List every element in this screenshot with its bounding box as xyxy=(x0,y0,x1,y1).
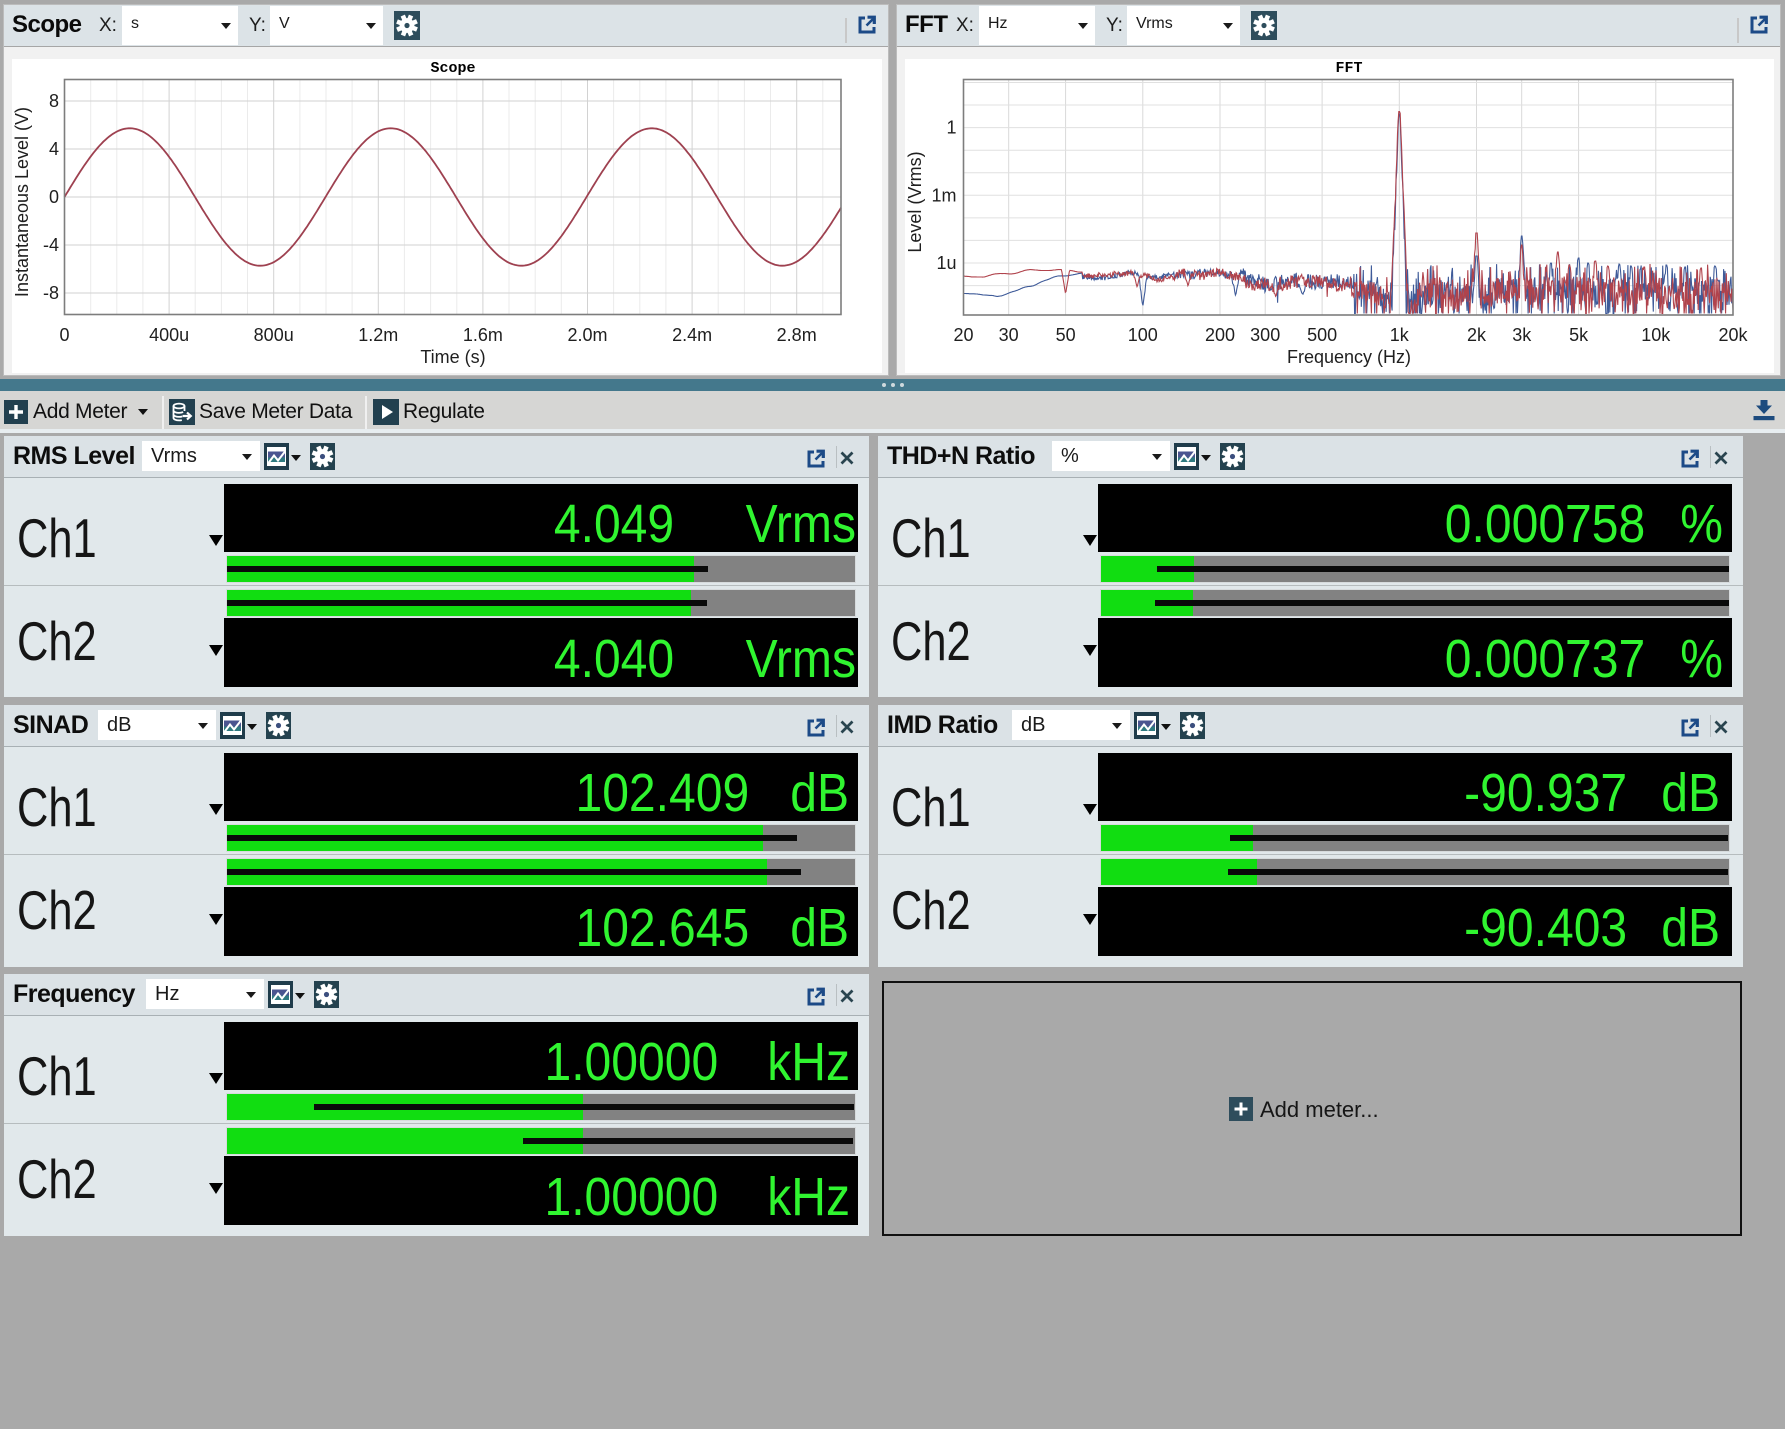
svg-text:Time (s): Time (s) xyxy=(420,347,485,367)
svg-text:20: 20 xyxy=(953,325,973,345)
svg-text:1.6m: 1.6m xyxy=(463,325,503,345)
svg-text:Level (Vrms): Level (Vrms) xyxy=(905,151,925,252)
svg-text:Scope: Scope xyxy=(430,60,475,77)
svg-text:100: 100 xyxy=(1128,325,1158,345)
svg-text:200: 200 xyxy=(1205,325,1235,345)
svg-text:0: 0 xyxy=(59,325,69,345)
svg-text:2.4m: 2.4m xyxy=(672,325,712,345)
svg-text:2.8m: 2.8m xyxy=(777,325,817,345)
svg-text:-4: -4 xyxy=(43,235,59,255)
svg-text:800u: 800u xyxy=(254,325,294,345)
svg-text:500: 500 xyxy=(1307,325,1337,345)
svg-text:400u: 400u xyxy=(149,325,189,345)
svg-text:30: 30 xyxy=(999,325,1019,345)
svg-text:50: 50 xyxy=(1056,325,1076,345)
svg-text:5k: 5k xyxy=(1569,325,1589,345)
svg-text:Instantaneous Level (V): Instantaneous Level (V) xyxy=(12,107,32,297)
svg-text:0: 0 xyxy=(49,187,59,207)
svg-text:Frequency (Hz): Frequency (Hz) xyxy=(1287,347,1411,367)
svg-text:4: 4 xyxy=(49,139,59,159)
svg-text:FFT: FFT xyxy=(1335,60,1362,77)
svg-text:-8: -8 xyxy=(43,283,59,303)
svg-text:1m: 1m xyxy=(931,185,956,205)
svg-text:1k: 1k xyxy=(1390,325,1410,345)
svg-text:20k: 20k xyxy=(1718,325,1748,345)
svg-text:2k: 2k xyxy=(1467,325,1487,345)
svg-text:10k: 10k xyxy=(1641,325,1671,345)
svg-text:1.2m: 1.2m xyxy=(358,325,398,345)
svg-text:1u: 1u xyxy=(936,253,956,273)
svg-text:300: 300 xyxy=(1250,325,1280,345)
svg-text:1: 1 xyxy=(946,118,956,138)
svg-text:8: 8 xyxy=(49,91,59,111)
svg-text:2.0m: 2.0m xyxy=(567,325,607,345)
svg-text:3k: 3k xyxy=(1512,325,1532,345)
